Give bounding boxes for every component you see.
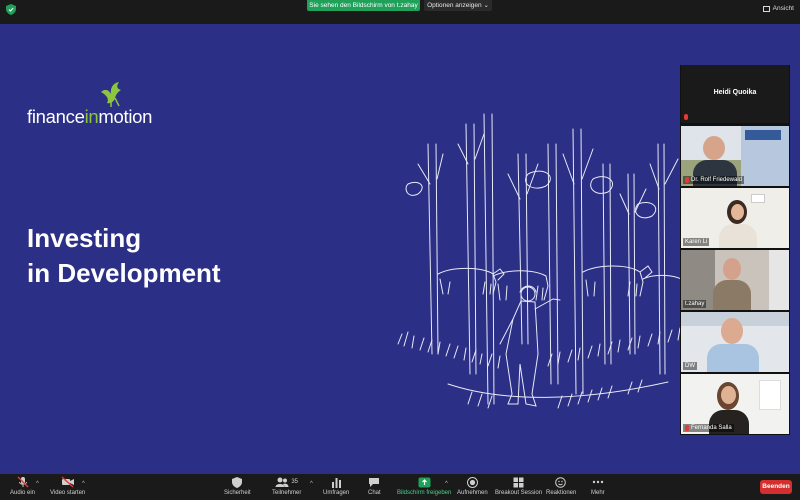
- breakout-session-button[interactable]: Breakout Session: [495, 476, 542, 497]
- chat-button[interactable]: Chat: [368, 476, 381, 497]
- breakout-session-label: Breakout Session: [495, 490, 543, 496]
- video-label: Video starten: [50, 490, 86, 496]
- participant-name: t.zahay: [685, 301, 705, 307]
- grid-icon: [762, 6, 770, 12]
- more-label: Mehr: [591, 490, 605, 496]
- mic-muted-icon: [685, 425, 689, 431]
- meeting-toolbar: Audio ein ^ Video starten ^ Sicherheit 3…: [0, 474, 800, 500]
- participants-label: Teilnehmer: [272, 490, 302, 496]
- mic-muted-icon: [684, 114, 688, 120]
- record-icon: [466, 476, 478, 488]
- video-background-sign: [751, 194, 765, 203]
- participant-video: [719, 224, 757, 248]
- chevron-up-icon[interactable]: ^: [36, 481, 39, 487]
- participant-video: [721, 318, 743, 344]
- participant-label: Fernanda Salla: [683, 424, 734, 432]
- forest-illustration: [397, 113, 684, 409]
- video-background: [769, 250, 789, 310]
- share-screen-label: Bildschirm freigeben: [397, 490, 452, 496]
- bird-logo-icon: [101, 82, 121, 107]
- view-options-button[interactable]: Optionen anzeigen ⌄: [424, 0, 492, 11]
- screen-share-status: Sie sehen den Bildschirm von t.zahay: [307, 0, 420, 11]
- view-options-label: Optionen anzeigen: [427, 2, 482, 9]
- logo-wordmark: financeinmotion: [27, 106, 152, 128]
- logo-word-in: in: [84, 106, 99, 127]
- security-label: Sicherheit: [224, 490, 251, 496]
- participant-name: Karen Li: [685, 239, 708, 245]
- slide-title: Investing in Development: [27, 221, 221, 291]
- participants-button[interactable]: 35 Teilnehmer: [272, 476, 301, 497]
- shield-icon: [232, 476, 243, 488]
- more-dots-icon: [592, 476, 604, 488]
- participant-name: Heidi Quoika: [713, 89, 757, 96]
- record-label: Aufnehmen: [457, 490, 488, 496]
- bar-chart-icon: [331, 476, 342, 488]
- chevron-up-icon[interactable]: ^: [310, 481, 313, 487]
- chevron-up-icon[interactable]: ^: [445, 481, 448, 487]
- top-bar: Sie sehen den Bildschirm von t.zahay Opt…: [0, 0, 800, 18]
- share-screen-icon: [418, 476, 431, 488]
- polls-button[interactable]: Umfragen: [323, 476, 349, 497]
- participants-count: 35: [291, 479, 299, 485]
- participant-video: [703, 136, 725, 160]
- audio-button[interactable]: Audio ein: [10, 476, 35, 497]
- polls-label: Umfragen: [323, 490, 350, 496]
- reactions-button[interactable]: Reaktionen: [546, 476, 576, 497]
- participant-tile-fernanda[interactable]: Fernanda Salla: [681, 374, 789, 434]
- participant-tile-karen[interactable]: Karen Li: [681, 188, 789, 248]
- chevron-down-icon: ⌄: [483, 2, 489, 9]
- participant-label: t.zahay: [683, 300, 707, 308]
- more-button[interactable]: Mehr: [591, 476, 605, 497]
- participant-name: DW: [685, 363, 695, 369]
- video-background: [759, 380, 781, 410]
- participant-gallery: Heidi Quoika Dr. Rolf Friedewald Karen L…: [680, 65, 790, 435]
- view-label: Ansicht: [772, 5, 794, 12]
- record-button[interactable]: Aufnehmen: [457, 476, 488, 497]
- participant-tile-tzahay[interactable]: t.zahay: [681, 250, 789, 310]
- chevron-up-icon[interactable]: ^: [82, 481, 85, 487]
- smiley-plus-icon: [555, 476, 567, 488]
- camera-off-icon: [61, 476, 75, 488]
- logo-word-motion: motion: [98, 106, 153, 127]
- end-meeting-button[interactable]: Beenden: [760, 480, 792, 494]
- participant-label: Karen Li: [683, 238, 710, 246]
- participant-video: [731, 204, 744, 220]
- reactions-label: Reaktionen: [546, 490, 577, 496]
- participant-tile-dw[interactable]: DW: [681, 312, 789, 372]
- security-button[interactable]: Sicherheit: [224, 476, 251, 497]
- microphone-muted-icon: [17, 476, 29, 488]
- share-screen-button[interactable]: Bildschirm freigeben: [397, 476, 451, 497]
- participant-video: [721, 386, 736, 404]
- breakout-rooms-icon: [513, 476, 524, 488]
- participant-tile-heidi[interactable]: Heidi Quoika: [681, 65, 789, 123]
- participant-label: Dr. Rolf Friedewald: [683, 176, 745, 184]
- participant-tile-rolf[interactable]: Dr. Rolf Friedewald: [681, 126, 789, 186]
- slide-title-line-1: Investing: [27, 223, 142, 253]
- shield-icon[interactable]: [6, 4, 16, 15]
- chat-bubble-icon: [368, 476, 380, 488]
- participant-video: [723, 258, 741, 280]
- video-button[interactable]: Video starten: [50, 476, 85, 497]
- slide-title-line-2: in Development: [27, 258, 221, 288]
- participant-video: [707, 344, 759, 372]
- view-button[interactable]: Ansicht: [762, 4, 794, 14]
- participant-video: [713, 280, 751, 310]
- zoom-meeting-window: Sie sehen den Bildschirm von t.zahay Opt…: [0, 0, 800, 500]
- audio-label: Audio ein: [10, 490, 36, 496]
- participant-label: DW: [683, 362, 697, 370]
- chat-label: Chat: [368, 490, 381, 496]
- participants-icon: 35: [275, 476, 298, 488]
- logo-word-finance: finance: [27, 106, 85, 127]
- participant-name: Fernanda Salla: [691, 425, 732, 431]
- mic-muted-icon: [685, 177, 689, 183]
- participant-name: Dr. Rolf Friedewald: [691, 177, 743, 183]
- video-background-sign: [745, 130, 781, 140]
